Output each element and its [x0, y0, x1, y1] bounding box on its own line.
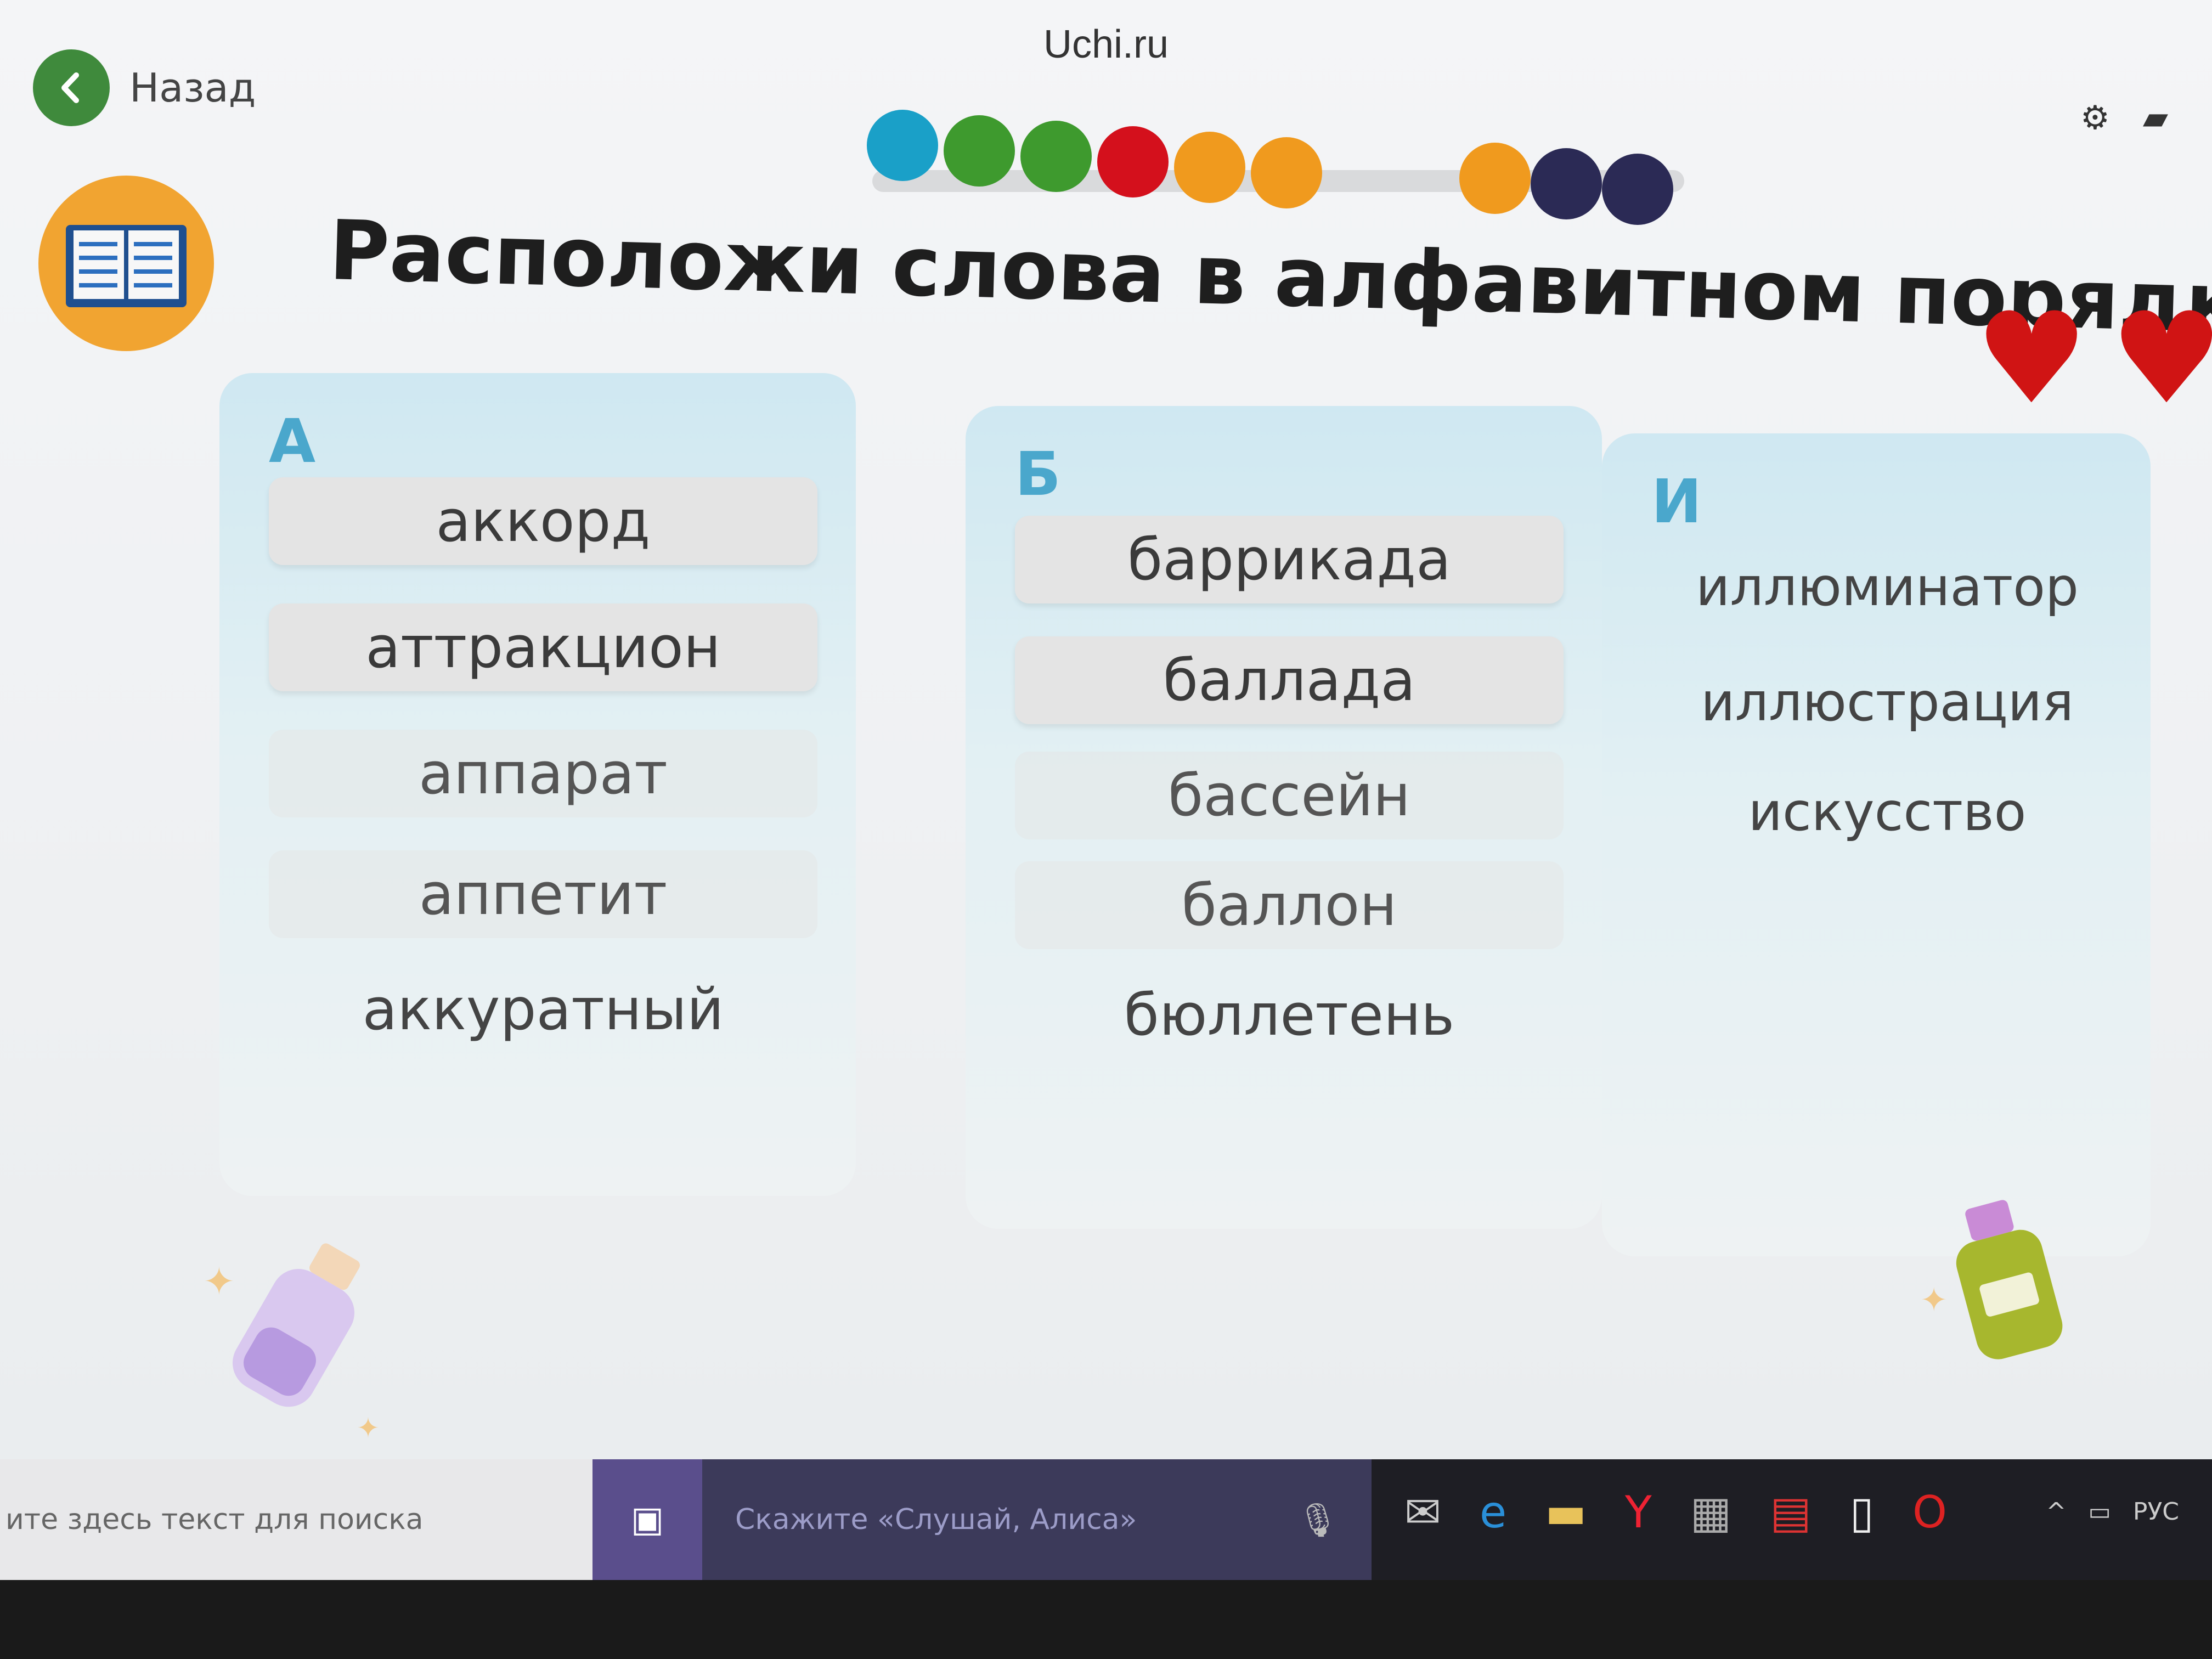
progress-dot: [1020, 121, 1092, 192]
heart-icon: ♥: [1975, 286, 2089, 432]
edge-icon[interactable]: e: [1480, 1487, 1506, 1538]
network-icon[interactable]: ▭: [2088, 1498, 2111, 1526]
svg-text:✦: ✦: [1920, 1281, 1948, 1319]
word-card[interactable]: аккуратный: [269, 966, 817, 1053]
folder-icon[interactable]: ▬: [1545, 1487, 1587, 1538]
mail-icon[interactable]: ✉: [1404, 1487, 1441, 1538]
word-card[interactable]: аттракцион: [269, 603, 817, 691]
back-label[interactable]: Назад: [129, 65, 256, 111]
word-card[interactable]: баллон: [1015, 861, 1564, 949]
svg-text:✦: ✦: [357, 1412, 380, 1444]
calendar-icon[interactable]: ▤: [1770, 1487, 1812, 1538]
column-i[interactable]: И иллюминатор иллюстрация искусство: [1602, 433, 2151, 1256]
settings-icon[interactable]: ⚙: [2080, 99, 2110, 137]
progress-dot: [1602, 154, 1673, 225]
top-right-icons: ⚙ ▰: [2080, 99, 2168, 137]
taskbar-search-input[interactable]: ите здесь текст для поиска: [0, 1459, 592, 1580]
chevron-up-icon[interactable]: ^: [2046, 1498, 2066, 1526]
progress-dot: [1531, 148, 1602, 219]
progress-indicator: [867, 104, 1690, 225]
app-window: Uchi.ru Назад ⚙ ▰ Расположи слова в алфа…: [0, 0, 2212, 1580]
yandex-browser-icon[interactable]: Y: [1625, 1487, 1652, 1538]
book-icon: [38, 176, 214, 351]
progress-dot: [867, 110, 938, 181]
windows-taskbar: ите здесь текст для поиска ▣ Скажите «Сл…: [0, 1459, 2212, 1580]
heart-icon: ♥: [2110, 286, 2212, 432]
taskbar-apps: ✉ e ▬ Y ▦ ▤ ▯ O: [1404, 1487, 1947, 1538]
chevron-left-icon[interactable]: [33, 49, 110, 126]
progress-dot: [1251, 137, 1322, 208]
progress-dot: [944, 115, 1015, 187]
word-card[interactable]: баллада: [1015, 636, 1564, 724]
potion-bottle-icon: ✦: [1920, 1185, 2096, 1393]
column-letter: Б: [1015, 439, 1061, 509]
site-title: Uchi.ru: [1043, 22, 1169, 66]
svg-text:✦: ✦: [203, 1259, 235, 1304]
language-indicator[interactable]: РУС: [2133, 1498, 2179, 1526]
word-card[interactable]: аккорд: [269, 477, 817, 565]
word-card[interactable]: иллюстрация: [1651, 658, 2123, 746]
progress-dot: [1459, 143, 1531, 214]
microphone-icon[interactable]: 🎙: [1297, 1500, 1339, 1539]
word-card[interactable]: аппарат: [269, 730, 817, 817]
progress-dot: [1174, 132, 1245, 203]
word-card[interactable]: бассейн: [1015, 752, 1564, 839]
column-b[interactable]: Б баррикада баллада бассейн баллон бюлле…: [966, 406, 1602, 1229]
back-button[interactable]: Назад: [33, 49, 256, 126]
alisa-icon[interactable]: ▣: [592, 1459, 702, 1580]
chat-icon[interactable]: ▰: [2143, 99, 2168, 137]
column-letter: А: [269, 406, 316, 476]
word-card[interactable]: аппетит: [269, 850, 817, 938]
opera-icon[interactable]: O: [1912, 1487, 1947, 1538]
system-tray: ^ ▭ РУС: [2046, 1498, 2179, 1526]
progress-dots: [867, 104, 1690, 225]
column-a[interactable]: А аккорд аттракцион аппарат аппетит акку…: [219, 373, 856, 1196]
progress-dot: [1097, 126, 1169, 198]
potion-bottle-icon: ✦ ✦: [198, 1218, 395, 1448]
word-card[interactable]: искусство: [1651, 768, 2123, 856]
column-letter: И: [1651, 466, 1702, 537]
document-icon[interactable]: ▯: [1850, 1487, 1874, 1538]
store-icon[interactable]: ▦: [1690, 1487, 1732, 1538]
alisa-voice-bar[interactable]: ▣ Скажите «Слушай, Алиса» 🎙: [592, 1459, 1372, 1580]
lives-indicator: ♥ ♥: [1975, 296, 2212, 422]
word-card[interactable]: баррикада: [1015, 516, 1564, 603]
task-title: Расположи слова в алфавитном порядке: [328, 203, 2212, 354]
word-card[interactable]: иллюминатор: [1651, 543, 2123, 631]
word-card[interactable]: бюллетень: [1015, 971, 1564, 1059]
alisa-placeholder[interactable]: Скажите «Слушай, Алиса»: [735, 1503, 1297, 1536]
